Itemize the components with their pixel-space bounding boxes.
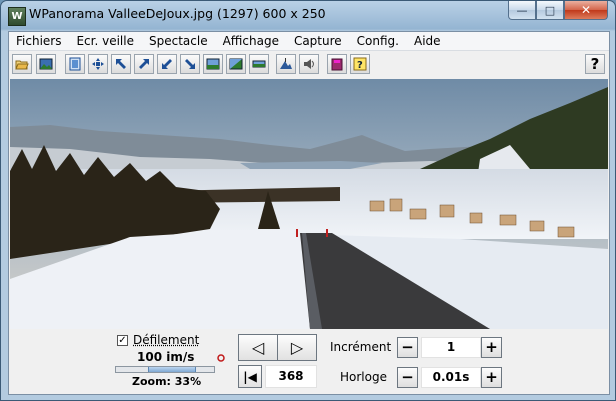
speed-readout: 100 im/s [137,350,195,364]
close-button[interactable]: ✕ [564,1,608,20]
menu-aide[interactable]: Aide [406,34,448,48]
scroll-checkbox[interactable]: ✓ [117,335,128,346]
menu-bar: Fichiers Ecr. veille Spectacle Affichage… [9,32,609,51]
title-bar[interactable]: W WPanorama ValleeDeJoux.jpg (1297) 600 … [1,1,615,31]
open-folder-icon[interactable] [12,54,32,74]
svg-text:?: ? [357,60,363,71]
view-panorama-1-icon[interactable] [203,54,223,74]
clock-field[interactable]: 0.01s [421,367,481,388]
arrow-upright-icon[interactable] [134,54,154,74]
menu-fichiers[interactable]: Fichiers [9,34,68,48]
zoom-slider[interactable] [115,366,215,373]
panorama-image[interactable] [10,79,608,329]
menu-spectacle[interactable]: Spectacle [141,34,215,48]
landscape-image-icon[interactable] [36,54,56,74]
menu-affichage[interactable]: Affichage [215,34,286,48]
toolbar: ? ? [9,51,609,77]
increment-plus-button[interactable]: + [481,337,502,358]
controls-panel: ✓ Défilement 100 im/s Zoom: 33% ◁ ▷ |◀ 3… [9,329,609,394]
increment-minus-button[interactable]: − [397,337,418,358]
first-frame-button[interactable]: |◀ [238,365,262,388]
caption-buttons: — □ ✕ [508,1,608,20]
increment-label: Incrément [330,340,392,354]
clock-label: Horloge [340,370,387,384]
book-icon[interactable] [327,54,347,74]
clock-plus-button[interactable]: + [481,367,502,388]
client-area: Fichiers Ecr. veille Spectacle Affichage… [8,31,610,395]
view-panorama-2-icon[interactable] [226,54,246,74]
position-field[interactable]: 368 [265,365,317,388]
landscape-mountain-icon[interactable] [276,54,296,74]
arrow-downleft-icon[interactable] [157,54,177,74]
clock-minus-button[interactable]: − [397,367,418,388]
minimize-button[interactable]: — [508,1,536,20]
next-button[interactable]: ▷ [277,334,317,361]
fit-window-icon[interactable] [65,54,85,74]
app-window: W WPanorama ValleeDeJoux.jpg (1297) 600 … [0,0,616,401]
help-pointer-icon[interactable]: ? [350,54,370,74]
menu-ecr-veille[interactable]: Ecr. veille [68,34,141,48]
expand-arrows-icon[interactable] [88,54,108,74]
view-panorama-3-icon[interactable] [249,54,269,74]
previous-button[interactable]: ◁ [238,334,278,361]
arrow-downright-icon[interactable] [180,54,200,74]
app-icon[interactable]: W [8,7,26,26]
zoom-readout: Zoom: 33% [132,375,202,388]
zoom-slider-thumb[interactable] [148,367,196,372]
speed-indicator-icon [217,354,225,365]
window-title: WPanorama ValleeDeJoux.jpg (1297) 600 x … [29,6,326,21]
arrow-upleft-icon[interactable] [111,54,131,74]
menu-capture[interactable]: Capture [286,34,349,48]
menu-config[interactable]: Config. [349,34,406,48]
scroll-label[interactable]: Défilement [133,333,199,347]
panorama-scene [10,79,608,329]
help-button[interactable]: ? [585,54,605,74]
increment-field[interactable]: 1 [421,337,481,358]
speaker-icon[interactable] [299,54,319,74]
maximize-button[interactable]: □ [536,1,564,20]
